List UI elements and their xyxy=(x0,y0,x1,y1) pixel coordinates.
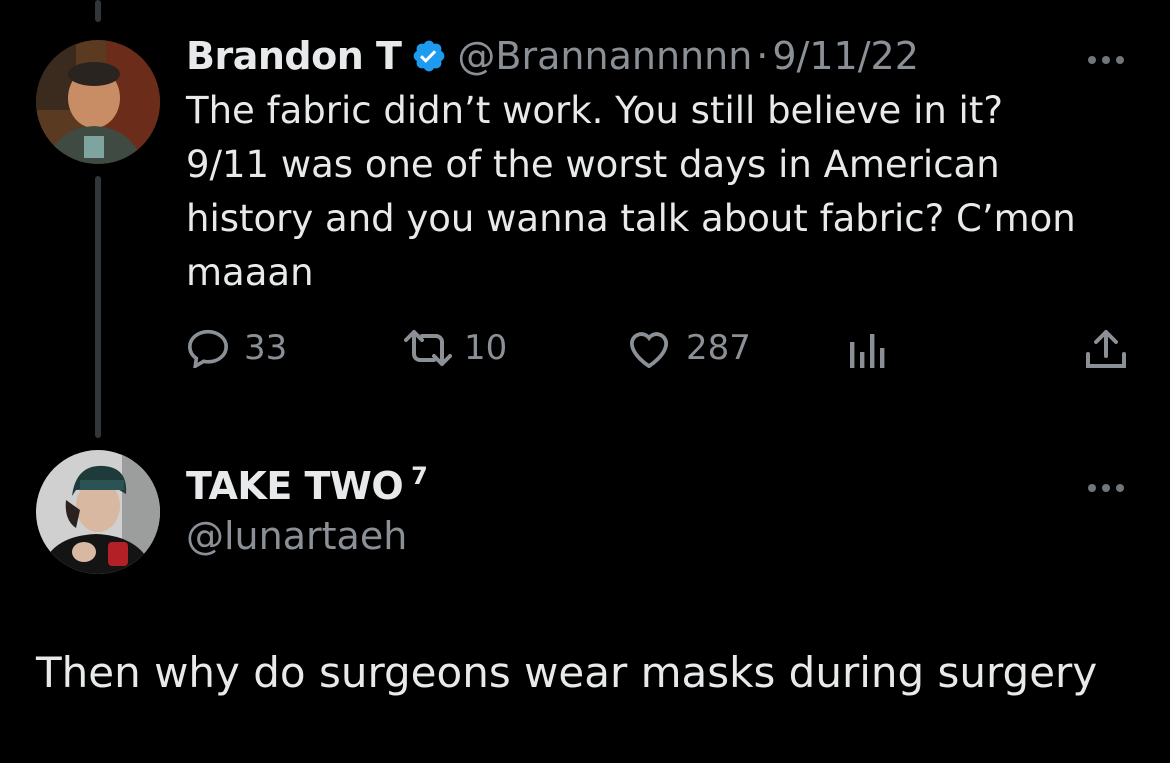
heart-icon xyxy=(629,332,669,368)
reply-handle[interactable]: @lunartaeh xyxy=(186,514,407,558)
reply-count: 33 xyxy=(244,328,288,368)
analytics-icon xyxy=(850,334,885,368)
thread-line-top xyxy=(95,0,101,22)
share-icon xyxy=(1086,330,1126,368)
reply-more-options-icon[interactable] xyxy=(1088,484,1124,492)
display-name[interactable]: Brandon T xyxy=(186,34,402,78)
retweet-button[interactable]: 10 xyxy=(402,328,507,368)
handle[interactable]: @Brannannnnn xyxy=(457,34,752,78)
reply-name-superscript: 7 xyxy=(411,462,428,490)
tweet-text: The fabric didn’t work. You still believ… xyxy=(186,89,1076,294)
views-button[interactable] xyxy=(848,330,888,368)
avatar-take-two[interactable] xyxy=(36,450,160,574)
separator-dot: · xyxy=(756,34,769,78)
tweet-date[interactable]: 9/11/22 xyxy=(772,34,919,78)
like-count: 287 xyxy=(686,328,751,368)
reply-text: Then why do surgeons wear masks during s… xyxy=(36,648,1098,697)
like-button[interactable]: 287 xyxy=(626,328,751,368)
share-button[interactable] xyxy=(1084,328,1128,370)
reply-icon xyxy=(187,329,229,368)
more-options-icon[interactable] xyxy=(1088,56,1124,64)
retweet-count: 10 xyxy=(464,328,508,368)
reply-button[interactable]: 33 xyxy=(186,328,287,368)
avatar-brandon[interactable] xyxy=(36,40,160,164)
verified-badge-icon xyxy=(411,38,447,74)
retweet-icon xyxy=(404,330,452,366)
tweet-header: Brandon T @Brannannnnn · 9/11/22 xyxy=(186,34,919,78)
reply-header: TAKE TWO 7 xyxy=(186,462,428,508)
thread-line xyxy=(95,176,101,438)
reply-display-name[interactable]: TAKE TWO xyxy=(186,464,404,508)
